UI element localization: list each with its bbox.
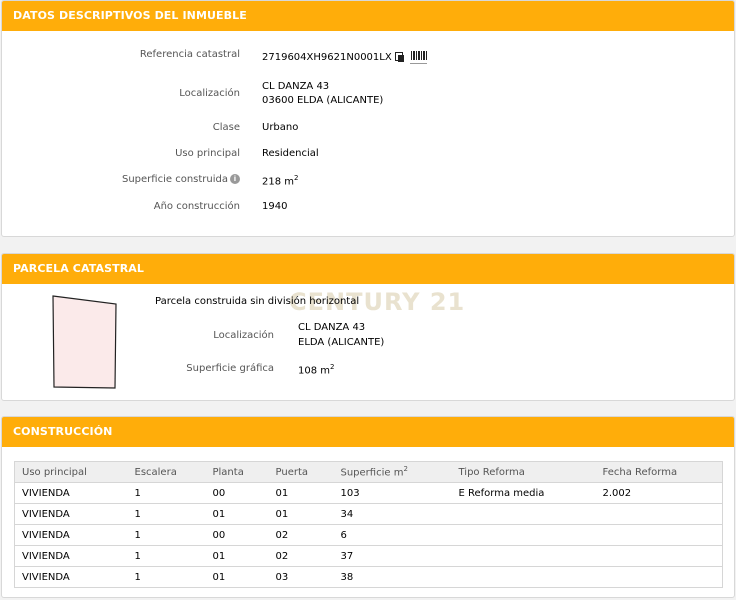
uso-label: Uso principal bbox=[175, 148, 240, 159]
parcela-superficie-sup: 2 bbox=[330, 363, 335, 371]
cell-puerta: 02 bbox=[268, 545, 334, 567]
referencia-row: 2719604XH9621N0001LX bbox=[262, 52, 404, 63]
col-puerta: Puerta bbox=[268, 461, 334, 483]
table-row: VIVIENDA 1 00 01 103 E Reforma media 2.002 bbox=[14, 482, 723, 504]
construccion-table: Uso principal Escalera Planta Puerta Sup… bbox=[14, 461, 723, 588]
cell-fecha-reforma bbox=[595, 503, 723, 525]
cell-tipo-reforma bbox=[451, 503, 596, 525]
cell-escalera: 1 bbox=[127, 503, 206, 525]
cell-fecha-reforma bbox=[595, 524, 723, 546]
col-uso: Uso principal bbox=[14, 461, 128, 483]
col-planta: Planta bbox=[205, 461, 269, 483]
cell-planta: 01 bbox=[205, 545, 269, 567]
referencia-label: Referencia catastral bbox=[139, 49, 240, 60]
cell-escalera: 1 bbox=[127, 482, 206, 504]
barcode-icon[interactable] bbox=[410, 49, 427, 64]
cell-superficie: 34 bbox=[333, 503, 452, 525]
col-superficie-sup: 2 bbox=[403, 465, 408, 474]
table-row: VIVIENDA 1 01 02 37 bbox=[14, 545, 723, 567]
parcela-localizacion-line2: ELDA (ALICANTE) bbox=[298, 337, 385, 348]
superficie-value: 218 m bbox=[262, 176, 295, 188]
cell-fecha-reforma: 2.002 bbox=[595, 482, 723, 504]
parcela-localizacion-line1: CL DANZA 43 bbox=[298, 322, 366, 333]
superficie-unit-sup: 2 bbox=[294, 174, 299, 182]
cell-puerta: 01 bbox=[268, 482, 334, 504]
cell-fecha-reforma bbox=[596, 567, 723, 588]
localizacion-label: Localización bbox=[179, 88, 240, 99]
cell-puerta: 02 bbox=[268, 524, 334, 546]
cell-uso: VIVIENDA bbox=[14, 545, 128, 567]
superficie-label-row: Superficie construida i bbox=[2, 174, 240, 185]
info-icon[interactable]: i bbox=[230, 174, 240, 184]
parcela-superficie-label: Superficie gráfica bbox=[186, 363, 274, 374]
cell-planta: 00 bbox=[205, 524, 269, 546]
cell-uso: VIVIENDA bbox=[22, 571, 70, 583]
cell-uso: VIVIENDA bbox=[14, 503, 128, 525]
cell-uso: VIVIENDA bbox=[14, 524, 128, 546]
superficie-label: Superficie construida bbox=[122, 174, 228, 185]
parcela-descripcion: Parcela construida sin división horizont… bbox=[155, 296, 360, 307]
uso-value: Residencial bbox=[262, 148, 319, 159]
superficie-value-row: 218 m2 bbox=[262, 174, 298, 187]
datos-header: DATOS DESCRIPTIVOS DEL INMUEBLE bbox=[2, 1, 734, 31]
cell-tipo-reforma bbox=[451, 524, 596, 546]
cell-puerta: 03 bbox=[275, 571, 289, 583]
cell-planta: 01 bbox=[205, 503, 269, 525]
cell-escalera: 1 bbox=[127, 545, 206, 567]
anio-value: 1940 bbox=[262, 201, 288, 212]
cell-escalera: 1 bbox=[134, 571, 141, 583]
parcela-header: PARCELA CATASTRAL bbox=[2, 254, 734, 284]
clase-label: Clase bbox=[212, 122, 240, 133]
localizacion-line2: 03600 ELDA (ALICANTE) bbox=[262, 95, 384, 106]
cell-superficie: 103 bbox=[333, 482, 452, 504]
cell-tipo-reforma bbox=[451, 545, 596, 567]
parcel-map bbox=[52, 295, 117, 389]
col-escalera: Escalera bbox=[127, 461, 206, 483]
col-superficie-label: Superficie m bbox=[340, 467, 404, 479]
table-row: VIVIENDA 1 00 02 6 bbox=[14, 524, 723, 546]
col-superficie: Superficie m2 bbox=[333, 461, 452, 483]
cell-uso: VIVIENDA bbox=[14, 482, 128, 504]
table-row: VIVIENDA 1 01 01 34 bbox=[14, 503, 723, 525]
construccion-table-body: VIVIENDA 1 00 01 103 E Reforma media 2.002 VIVI… bbox=[14, 482, 723, 588]
parcela-superficie-value: 108 m bbox=[298, 365, 331, 377]
parcela-superficie-row: 108 m2 bbox=[298, 363, 334, 376]
anio-label: Año construcción bbox=[153, 201, 240, 212]
table-row: VIVIENDA 1 01 03 38 bbox=[15, 567, 723, 588]
cell-planta: 01 bbox=[212, 571, 226, 583]
parcela-localizacion-label: Localización bbox=[213, 330, 274, 341]
clase-value: Urbano bbox=[262, 122, 299, 133]
cell-tipo-reforma: E Reforma media bbox=[451, 482, 596, 504]
datos-panel: DATOS DESCRIPTIVOS DEL INMUEBLE Referenc… bbox=[1, 0, 735, 237]
cell-tipo-reforma bbox=[452, 567, 596, 588]
col-tipo-reforma: Tipo Reforma bbox=[451, 461, 596, 483]
cell-puerta: 01 bbox=[268, 503, 334, 525]
cell-superficie: 37 bbox=[333, 545, 452, 567]
table-header-row: Uso principal Escalera Planta Puerta Sup… bbox=[14, 461, 723, 483]
referencia-value: 2719604XH9621N0001LX bbox=[262, 52, 392, 63]
parcel-shape bbox=[52, 295, 117, 389]
cell-superficie: 6 bbox=[333, 524, 452, 546]
cell-fecha-reforma bbox=[595, 545, 723, 567]
cell-planta: 00 bbox=[205, 482, 269, 504]
localizacion-line1: CL DANZA 43 bbox=[262, 81, 330, 92]
copy-icon[interactable] bbox=[394, 52, 404, 62]
col-fecha-reforma: Fecha Reforma bbox=[595, 461, 723, 483]
construccion-header: CONSTRUCCIÓN bbox=[2, 417, 734, 447]
parcela-panel: PARCELA CATASTRAL CENTURY 21 Parcela con… bbox=[1, 253, 735, 401]
cell-superficie: 38 bbox=[340, 571, 354, 583]
cell-escalera: 1 bbox=[127, 524, 206, 546]
